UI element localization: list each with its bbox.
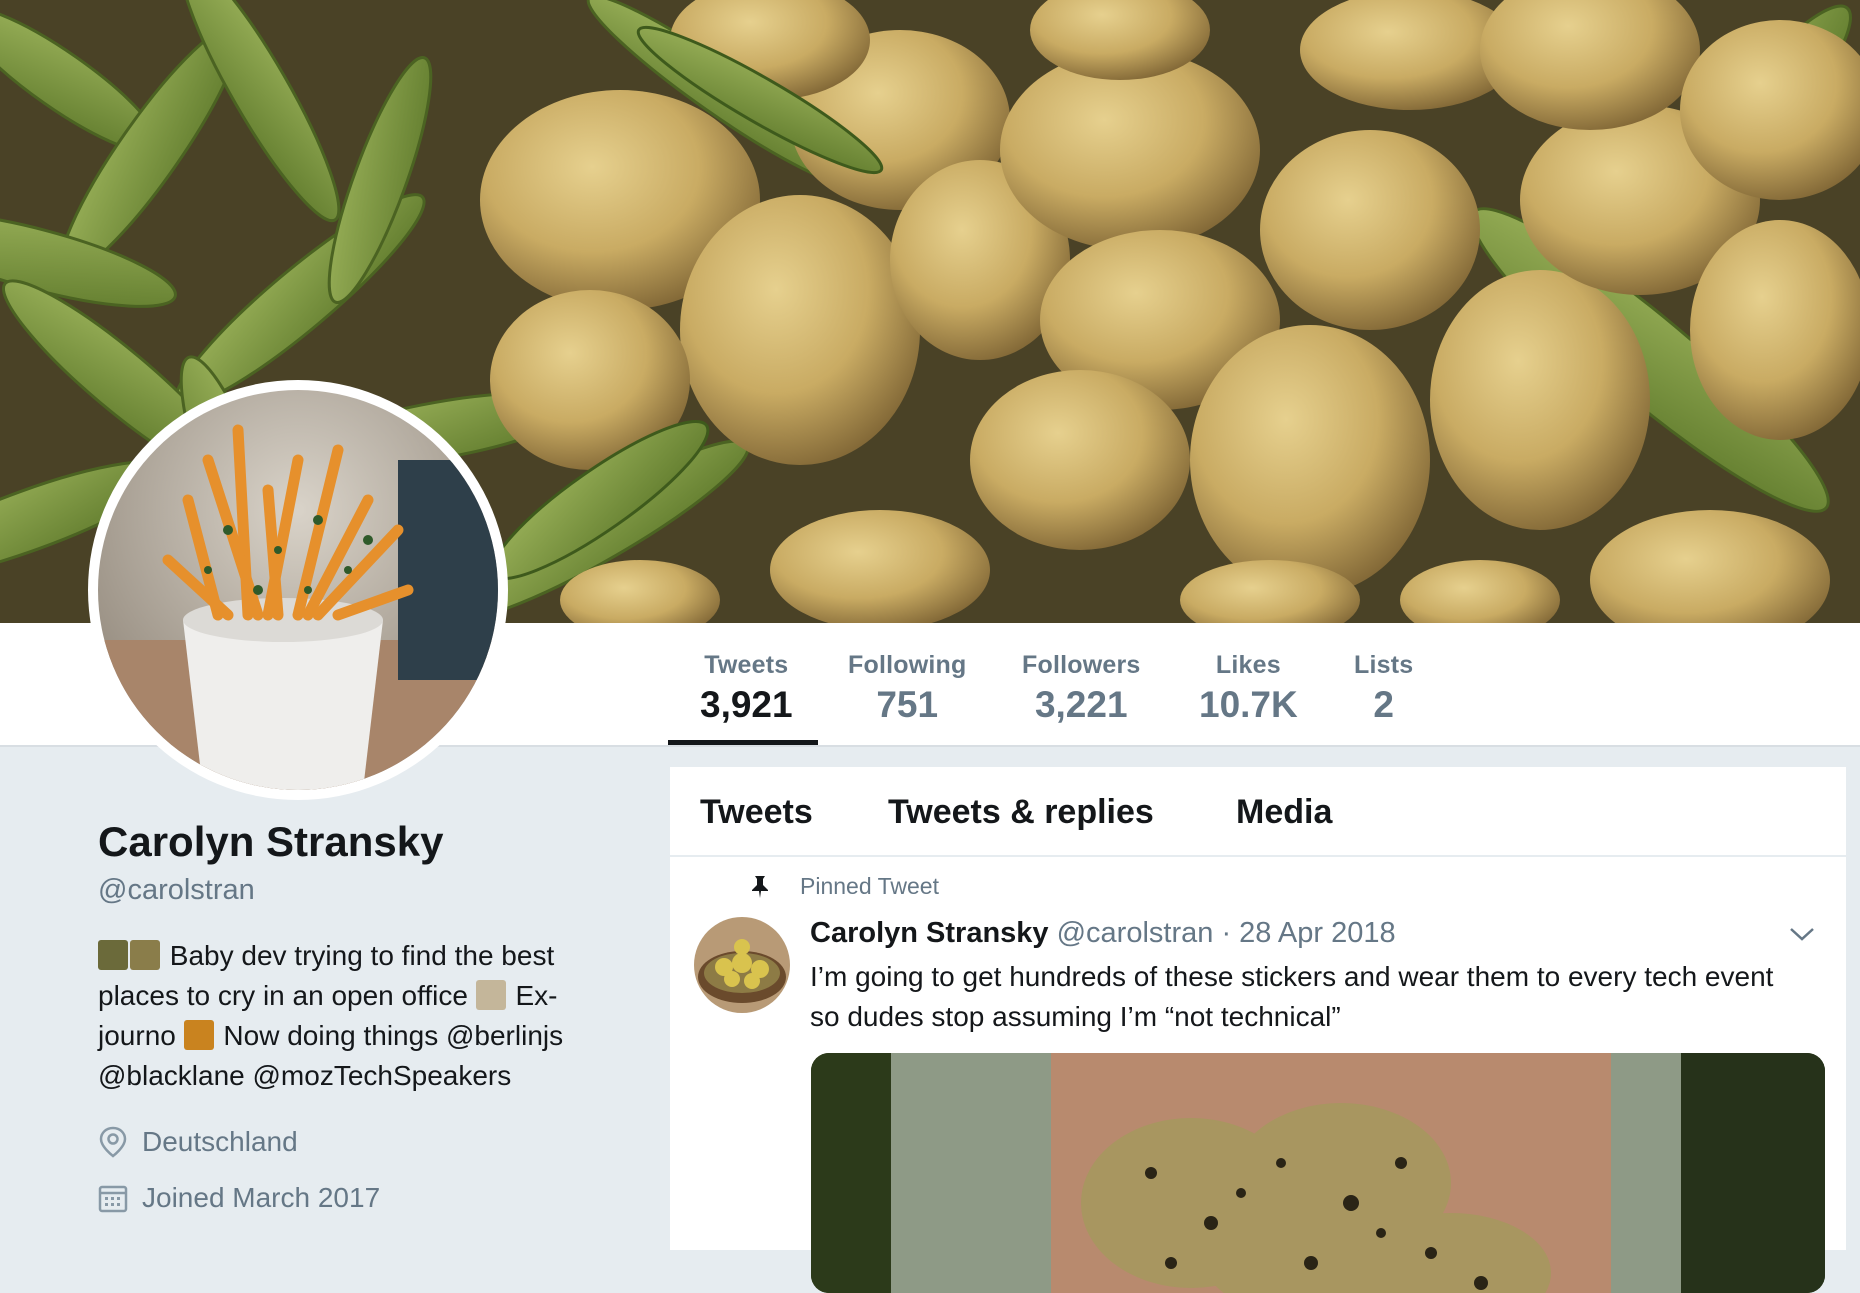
stat-tweets-label: Tweets bbox=[704, 651, 789, 679]
tweet-avatar-image bbox=[694, 917, 790, 1013]
bio-emoji-tater-tots-icon bbox=[183, 1020, 214, 1050]
joined-text: Joined March 2017 bbox=[142, 1182, 381, 1213]
avatar-image bbox=[98, 390, 498, 790]
location-text: Deutschland bbox=[142, 1126, 298, 1157]
tweet-author-avatar[interactable] bbox=[694, 917, 790, 1013]
profile-bio: Baby dev trying to find the best places … bbox=[98, 936, 638, 1096]
profile-location: Deutschland bbox=[98, 1126, 298, 1158]
stat-following-value: 751 bbox=[876, 684, 939, 725]
tweet-photo bbox=[811, 1053, 1825, 1293]
tweet-text-line-2: so dudes stop assuming I’m “not technica… bbox=[810, 1001, 1341, 1032]
bio-emoji-potatoes-icon bbox=[98, 940, 128, 970]
bio-text-line-3b[interactable]: Now doing things @berlinjs bbox=[223, 1020, 563, 1051]
bio-text-line-3a: journo bbox=[98, 1020, 176, 1051]
tweet-header: Carolyn Stransky @carolstran · 28 Apr 20… bbox=[810, 917, 1396, 950]
profile-avatar[interactable] bbox=[88, 380, 508, 800]
bio-emoji-potato-plate-icon bbox=[130, 940, 160, 970]
tab-tweets-and-replies[interactable]: Tweets & replies bbox=[888, 793, 1154, 832]
bio-text-line-2b: Ex- bbox=[515, 980, 558, 1011]
stat-tweets-value: 3,921 bbox=[700, 684, 793, 725]
bio-line-1: Baby dev trying to find the best bbox=[98, 936, 638, 976]
pinned-tweet-label: Pinned Tweet bbox=[750, 873, 939, 900]
profile-joined: Joined March 2017 bbox=[98, 1182, 380, 1214]
stat-likes-label: Likes bbox=[1215, 651, 1281, 679]
bio-line-2: places to cry in an open office Ex- bbox=[98, 976, 638, 1016]
stat-following-label: Following bbox=[848, 651, 967, 679]
tweet-text: I’m going to get hundreds of these stick… bbox=[810, 957, 1820, 1037]
timeline: Tweets Tweets & replies Media Pinned Twe… bbox=[670, 767, 1846, 1293]
bio-text-line-2a: places to cry in an open office bbox=[98, 980, 468, 1011]
stat-tweets[interactable]: Tweets 3,921 bbox=[700, 651, 793, 726]
stat-following[interactable]: Following 751 bbox=[848, 651, 966, 726]
calendar-icon bbox=[98, 1185, 128, 1213]
tab-tweets[interactable]: Tweets bbox=[700, 793, 813, 832]
stat-lists[interactable]: Lists 2 bbox=[1354, 651, 1413, 726]
tweet-author-name[interactable]: Carolyn Stransky bbox=[810, 917, 1049, 949]
profile-name[interactable]: Carolyn Stransky bbox=[98, 818, 443, 866]
pin-icon bbox=[752, 875, 768, 898]
tweet-text-line-1: I’m going to get hundreds of these stick… bbox=[810, 961, 1774, 992]
timeline-tabs: Tweets Tweets & replies Media bbox=[670, 767, 1846, 857]
stat-lists-value: 2 bbox=[1373, 684, 1394, 725]
stat-followers-value: 3,221 bbox=[1034, 684, 1128, 725]
bio-text-line-1: Baby dev trying to find the best bbox=[169, 940, 555, 971]
stat-followers[interactable]: Followers 3,221 bbox=[1022, 651, 1141, 726]
tab-media[interactable]: Media bbox=[1236, 793, 1332, 832]
active-stat-underline bbox=[668, 740, 818, 745]
profile-handle[interactable]: @carolstran bbox=[98, 874, 255, 907]
stat-likes[interactable]: Likes 10.7K bbox=[1199, 651, 1298, 726]
bio-text-line-4[interactable]: @blacklane @mozTechSpeakers bbox=[98, 1060, 511, 1091]
stat-lists-label: Lists bbox=[1354, 651, 1414, 679]
chevron-down-icon[interactable] bbox=[1788, 925, 1816, 943]
tweet-date[interactable]: · 28 Apr 2018 bbox=[1221, 917, 1395, 949]
tweet-media-image[interactable] bbox=[811, 1053, 1825, 1293]
tweet-author-handle[interactable]: @carolstran bbox=[1057, 917, 1214, 949]
location-pin-icon bbox=[99, 1126, 127, 1158]
stat-likes-value: 10.7K bbox=[1199, 684, 1298, 725]
bio-emoji-fries-icon bbox=[475, 980, 506, 1010]
bio-line-3: journo Now doing things @berlinjs bbox=[98, 1016, 638, 1056]
bio-line-4: @blacklane @mozTechSpeakers bbox=[98, 1056, 638, 1096]
stat-followers-label: Followers bbox=[1022, 651, 1141, 679]
pinned-label-text: Pinned Tweet bbox=[800, 873, 939, 899]
